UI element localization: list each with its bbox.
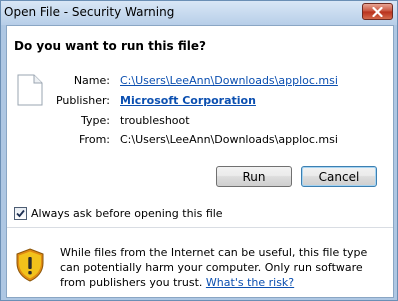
- from-label: From:: [79, 133, 110, 146]
- publisher-link[interactable]: Microsoft Corporation: [120, 94, 256, 107]
- warning-message: While files from the Internet can be use…: [60, 245, 386, 290]
- always-ask-checkbox[interactable]: [14, 207, 27, 220]
- window-title: Open File - Security Warning: [4, 5, 175, 19]
- run-button[interactable]: Run: [216, 166, 292, 187]
- type-value: troubleshoot: [120, 114, 190, 127]
- checkmark-icon: [16, 209, 25, 218]
- close-button[interactable]: [362, 3, 393, 20]
- divider: [7, 227, 393, 228]
- whats-the-risk-link[interactable]: What's the risk?: [206, 276, 294, 289]
- question-heading: Do you want to run this file?: [14, 39, 206, 53]
- publisher-label: Publisher:: [55, 94, 110, 107]
- security-warning-window: Open File - Security Warning Do you want…: [0, 0, 398, 301]
- always-ask-label[interactable]: Always ask before opening this file: [31, 207, 223, 220]
- cancel-button[interactable]: Cancel: [301, 166, 377, 187]
- close-icon: [372, 6, 383, 17]
- from-value: C:\Users\LeeAnn\Downloads\apploc.msi: [120, 133, 338, 146]
- title-bar[interactable]: Open File - Security Warning: [1, 1, 397, 25]
- name-link[interactable]: C:\Users\LeeAnn\Downloads\apploc.msi: [120, 74, 338, 87]
- shield-warning-icon: [16, 248, 44, 282]
- dialog-content: Do you want to run this file? Name: C:\U…: [6, 25, 394, 298]
- name-label: Name:: [73, 74, 110, 87]
- type-label: Type:: [81, 114, 110, 127]
